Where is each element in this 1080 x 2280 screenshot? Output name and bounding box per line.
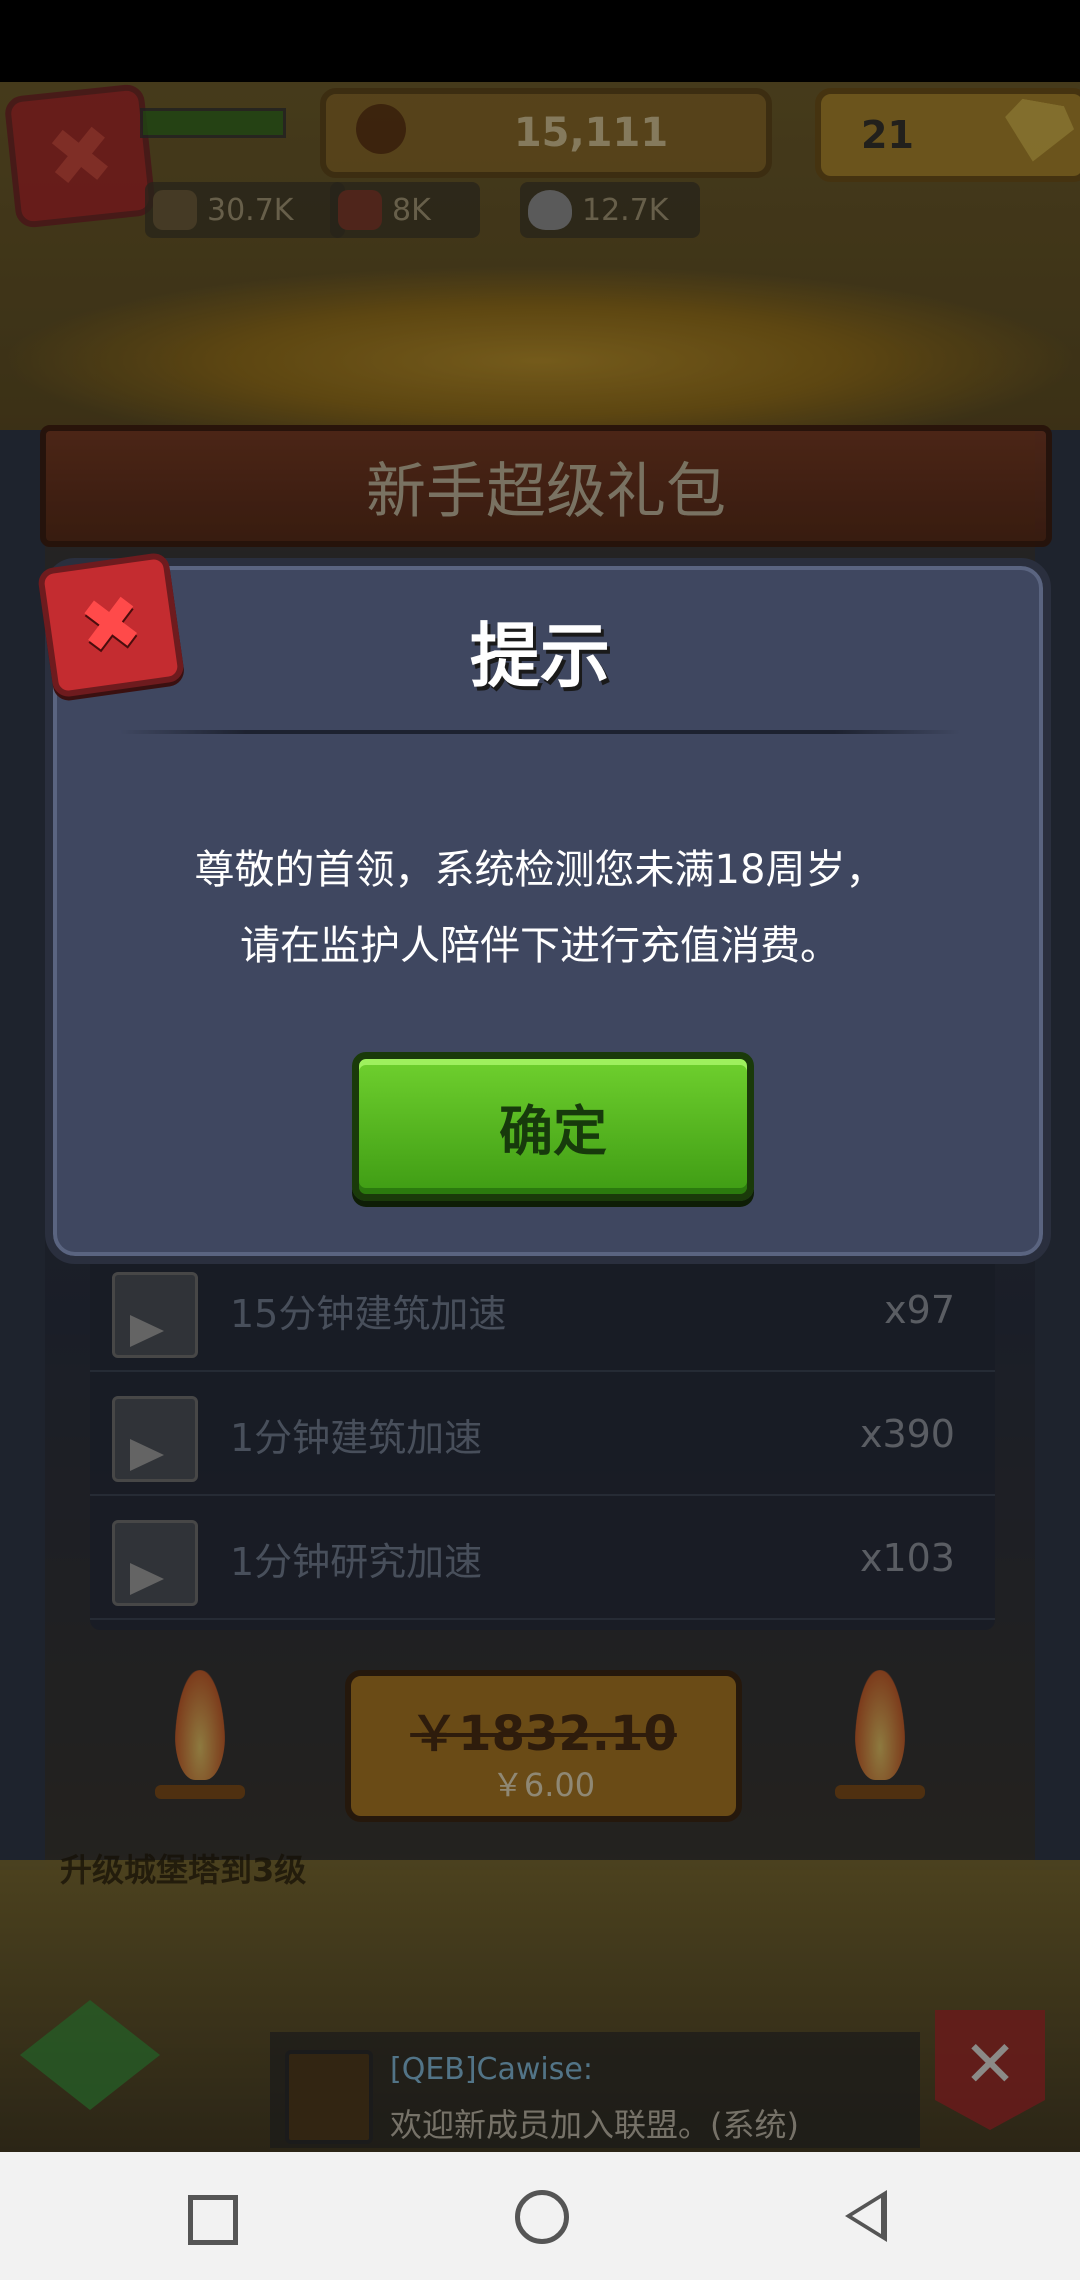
confirm-label: 确定 — [499, 1100, 607, 1163]
dialog-message: 尊敬的首领，系统检测您未满18周岁， 请在监护人陪伴下进行充值消费。 — [100, 832, 980, 984]
dialog-close-button[interactable]: ✖ — [36, 551, 186, 699]
divider — [120, 730, 960, 734]
dialog-message-line: 请在监护人陪伴下进行充值消费。 — [240, 923, 840, 969]
dialog-title: 提示 — [470, 614, 610, 697]
dialog-message-line: 尊敬的首领，系统检测您未满18周岁， — [194, 847, 886, 893]
close-icon: ✖ — [74, 578, 148, 672]
status-bar — [0, 0, 1080, 82]
home-icon[interactable] — [515, 2190, 569, 2244]
confirm-button[interactable]: 确定 — [352, 1052, 754, 1201]
recent-apps-icon[interactable] — [188, 2195, 238, 2245]
back-icon[interactable] — [845, 2190, 887, 2242]
